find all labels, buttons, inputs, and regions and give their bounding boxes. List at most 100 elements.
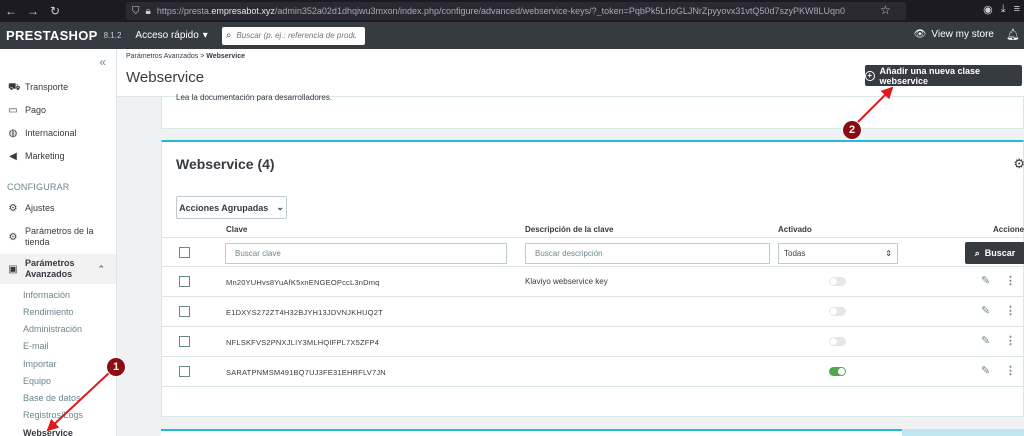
column-header-description[interactable]: Descripción de la clave: [525, 225, 614, 234]
chevron-down-icon: ⌄: [276, 202, 284, 212]
key-filter-input[interactable]: Buscar clave: [225, 243, 507, 264]
quick-access-dropdown[interactable]: Acceso rápido ▾: [135, 30, 207, 41]
search-button[interactable]: ⌕ Buscar: [965, 242, 1024, 264]
page-toolbar: Parámetros Avanzados > Webservice Webser…: [117, 49, 1024, 97]
table-row: E1DXYS272ZT4H32BJYH13JDVNJKHUQ2T ✎ ⋮: [162, 297, 1024, 327]
more-icon[interactable]: ⋮: [1005, 334, 1016, 347]
column-header-active[interactable]: Activado: [778, 225, 812, 234]
description-filter-input[interactable]: Buscar descripción: [525, 243, 770, 264]
sidebar-item-pago[interactable]: ▭ Pago: [8, 105, 46, 116]
more-icon[interactable]: ⋮: [1005, 304, 1016, 317]
address-bar[interactable]: ⛉ 🔒︎ https://presta.empresabot.xyz/admin…: [126, 2, 906, 20]
chip-icon: ▣: [8, 263, 18, 275]
bookmark-star-icon[interactable]: ☆: [880, 3, 891, 17]
sidebar-sub-importar[interactable]: Importar: [23, 359, 57, 369]
caret-down-icon: ▾: [202, 30, 208, 41]
more-icon[interactable]: ⋮: [1005, 274, 1016, 287]
pocket-icon[interactable]: ◉: [983, 3, 993, 16]
search-input[interactable]: [236, 31, 357, 40]
lock-icon: 🔒︎: [145, 5, 151, 17]
breadcrumb-parent[interactable]: Parámetros Avanzados: [126, 53, 198, 60]
bulk-actions-dropdown[interactable]: Acciones Agrupadas ⌄: [176, 196, 287, 219]
table-row: Mn20YUHvs8YuAfK5xnENGEOPccL3nDmq Klaviyo…: [162, 267, 1024, 297]
active-toggle[interactable]: [829, 277, 846, 286]
active-toggle[interactable]: [829, 367, 846, 376]
more-icon[interactable]: ⋮: [1005, 364, 1016, 377]
table-title: Webservice (4): [176, 156, 275, 172]
sidebar-sub-equipo[interactable]: Equipo: [23, 376, 51, 386]
breadcrumb-current: Webservice: [206, 53, 246, 60]
sidebar-section-configurar: CONFIGURAR: [7, 182, 70, 192]
row-key: Mn20YUHvs8YuAfK5xnENGEOPccL3nDmq: [226, 278, 380, 287]
shield-icon: ⛉: [132, 5, 140, 17]
edit-icon[interactable]: ✎: [981, 334, 990, 347]
row-checkbox[interactable]: [179, 336, 190, 347]
collapse-icon[interactable]: «: [99, 55, 106, 69]
sidebar-item-ajustes[interactable]: ⚙ Ajustes: [8, 203, 55, 214]
page-title: Webservice: [126, 69, 205, 86]
add-webservice-button[interactable]: + Añadir una nueva clase webservice: [865, 65, 1022, 86]
truck-icon: ⛟: [8, 82, 21, 93]
forward-icon[interactable]: →: [22, 4, 44, 18]
card-icon: ▭: [8, 105, 18, 116]
admin-header: PRESTASHOP 8.1.2 Acceso rápido▾ ⌕ 👁︎View…: [0, 22, 1024, 49]
view-store-link[interactable]: 👁︎ View my store: [914, 29, 994, 40]
reload-icon[interactable]: ↻: [44, 4, 66, 18]
row-checkbox[interactable]: [179, 276, 190, 287]
edit-icon[interactable]: ✎: [981, 304, 990, 317]
sidebar-item-internacional[interactable]: ◍ Internacional: [8, 128, 77, 139]
bell-icon[interactable]: 🔔︎: [1006, 28, 1020, 41]
sidebar-sub-informacion[interactable]: Información: [23, 290, 70, 300]
eye-icon: 👁︎: [913, 29, 927, 40]
filter-row: Buscar clave Buscar descripción Todas ⇕ ⌕…: [162, 237, 1024, 267]
globe-icon: ◍: [8, 128, 18, 139]
column-header-key[interactable]: Clave: [226, 225, 247, 234]
table-row: NFLSKFVS2PNXJLIY3MLHQIFPL7X5ZFP4 ✎ ⋮: [162, 327, 1024, 357]
url-text: https://presta.empresabot.xyz/admin352a0…: [156, 6, 845, 16]
breadcrumb: Parámetros Avanzados > Webservice: [126, 53, 246, 60]
doc-text: Lea la documentación para desarrolladore…: [176, 93, 333, 102]
search-icon: ⌕: [974, 247, 980, 258]
chevron-up-icon: ⌃: [97, 263, 106, 274]
edit-icon[interactable]: ✎: [981, 274, 990, 287]
plus-circle-icon: +: [865, 70, 875, 81]
row-checkbox[interactable]: [179, 306, 190, 317]
header-search[interactable]: ⌕: [221, 26, 365, 45]
row-checkbox[interactable]: [179, 366, 190, 377]
next-card: [161, 429, 1024, 436]
active-toggle[interactable]: [829, 337, 846, 346]
webservice-card: Webservice (4) ⚙ Acciones Agrupadas ⌄ Cla…: [161, 140, 1024, 417]
sidebar-sub-administracion[interactable]: Administración: [23, 324, 82, 334]
megaphone-icon: ◀: [9, 151, 17, 162]
annotation-marker-2: 2: [842, 120, 862, 140]
annotation-marker-1: 1: [106, 357, 126, 377]
search-icon: ⌕: [225, 30, 232, 41]
gear-icon: ⚙: [8, 231, 18, 243]
edit-icon[interactable]: ✎: [981, 364, 990, 377]
row-key: E1DXYS272ZT4H32BJYH13JDVNJKHUQ2T: [226, 308, 383, 317]
gear-icon[interactable]: ⚙: [1013, 156, 1024, 172]
menu-icon[interactable]: ≡: [1014, 3, 1020, 16]
logo[interactable]: PRESTASHOP: [6, 28, 98, 43]
sidebar-item-transporte[interactable]: ⛟ Transporte: [8, 82, 68, 93]
download-icon[interactable]: ⤓: [1001, 3, 1006, 16]
sidebar-sub-webservice[interactable]: Webservice: [23, 428, 73, 436]
sidebar-sub-base-datos[interactable]: Base de datos: [23, 393, 81, 403]
table-row: SARATPNMSM491BQ7UJ3FE31EHRFLV7JN ✎ ⋮: [162, 357, 1024, 387]
sidebar-item-parametros-tienda[interactable]: ⚙ Parámetros de la tienda: [8, 226, 94, 248]
highlight-strip: [902, 429, 1024, 436]
sidebar-sub-rendimiento[interactable]: Rendimiento: [23, 307, 74, 317]
row-key: SARATPNMSM491BQ7UJ3FE31EHRFLV7JN: [226, 368, 386, 377]
browser-toolbar: ← → ↻ ⛉ 🔒︎ https://presta.empresabot.xyz…: [0, 0, 1024, 22]
back-icon[interactable]: ←: [0, 4, 22, 18]
active-filter-select[interactable]: Todas ⇕: [778, 243, 898, 264]
select-all-checkbox[interactable]: [179, 247, 190, 258]
sidebar-item-parametros-avanzados[interactable]: ▣ Parámetros Avanzados ⌃: [8, 258, 105, 280]
sidebar-sub-registros[interactable]: Registros/Logs: [23, 410, 83, 420]
sidebar-sub-email[interactable]: E-mail: [23, 341, 49, 351]
gear-icon: ⚙: [8, 203, 18, 214]
info-card: Lea la documentación para desarrolladore…: [161, 93, 1024, 129]
select-arrows-icon: ⇕: [885, 249, 892, 258]
active-toggle[interactable]: [829, 307, 846, 316]
sidebar-item-marketing[interactable]: ◀ Marketing: [8, 151, 64, 162]
